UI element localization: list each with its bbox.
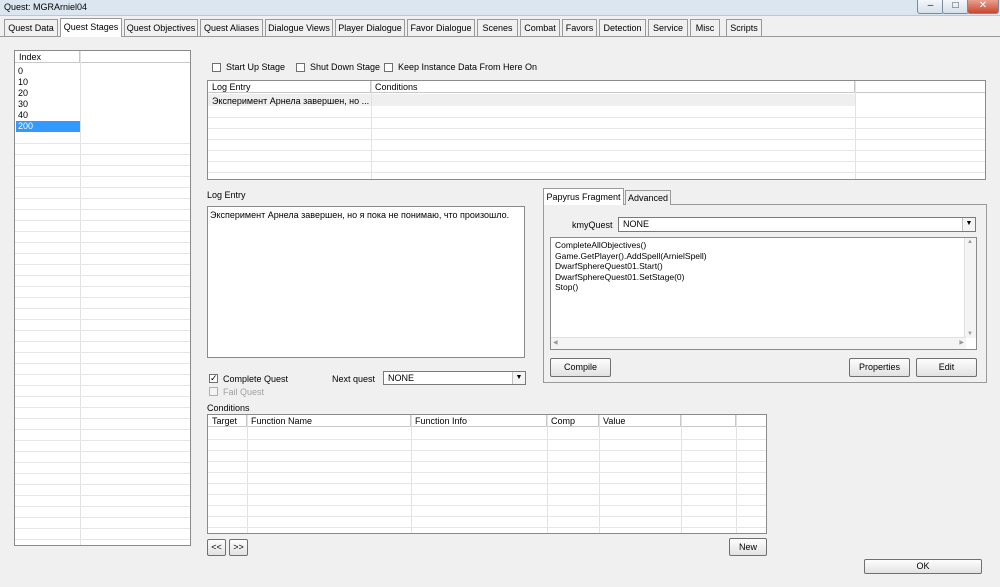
- tab-favors[interactable]: Favors: [562, 19, 597, 36]
- papyrus-fragment-editor[interactable]: CompleteAllObjectives() Game.GetPlayer()…: [550, 237, 977, 350]
- kmyquest-label: kmyQuest: [572, 220, 613, 230]
- scroll-down-icon[interactable]: ▼: [967, 331, 973, 337]
- grid-line: [15, 539, 190, 545]
- properties-button[interactable]: Properties: [849, 358, 910, 377]
- new-condition-button[interactable]: New: [729, 538, 767, 556]
- fail-quest-label: Fail Quest: [223, 387, 265, 397]
- conditions-label: Conditions: [207, 403, 250, 413]
- kmyquest-select[interactable]: NONE ▼: [618, 217, 976, 232]
- log-entries-table[interactable]: Log Entry Conditions Эксперимент Арнела …: [207, 80, 986, 180]
- next-quest-value: NONE: [388, 373, 415, 383]
- tab-service[interactable]: Service: [648, 19, 688, 36]
- tab-dialogue-views[interactable]: Dialogue Views: [265, 19, 333, 36]
- shut-down-stage-checkbox[interactable]: [296, 63, 305, 72]
- start-up-stage-label: Start Up Stage: [226, 62, 286, 72]
- fail-quest-checkbox: [209, 387, 218, 396]
- function-info-column-header[interactable]: Function Info: [411, 415, 547, 427]
- conditions-table[interactable]: Target Function Name Function Info Comp …: [207, 414, 767, 534]
- horizontal-scrollbar[interactable]: ◀ ▶: [551, 337, 966, 349]
- tab-advanced[interactable]: Advanced: [625, 190, 671, 205]
- complete-quest-checkbox[interactable]: ✓: [209, 374, 218, 383]
- tab-papyrus-fragment[interactable]: Papyrus Fragment: [543, 188, 624, 205]
- log-entry-text: Эксперимент Арнела завершен, но я пока н…: [210, 210, 510, 220]
- tab-quest-stages[interactable]: Quest Stages: [60, 18, 122, 37]
- code-line: CompleteAllObjectives(): [555, 240, 647, 250]
- keep-instance-data-checkbox[interactable]: [384, 63, 393, 72]
- tab-quest-objectives[interactable]: Quest Objectives: [124, 19, 198, 36]
- empty-column-header: [681, 415, 736, 427]
- target-column-header[interactable]: Target: [208, 415, 247, 427]
- tab-player-dialogue[interactable]: Player Dialogue: [335, 19, 405, 36]
- log-entry-textarea[interactable]: Эксперимент Арнела завершен, но я пока н…: [207, 206, 525, 358]
- log-entry-column-header[interactable]: Log Entry: [208, 81, 371, 93]
- code-line: Stop(): [555, 282, 579, 292]
- kmyquest-value: NONE: [623, 219, 650, 229]
- previous-button[interactable]: <<: [207, 539, 226, 556]
- next-button[interactable]: >>: [229, 539, 248, 556]
- vertical-scrollbar[interactable]: ▲ ▼: [964, 238, 976, 338]
- function-name-column-header[interactable]: Function Name: [247, 415, 411, 427]
- start-up-stage-checkbox[interactable]: [212, 63, 221, 72]
- minimize-button[interactable]: –: [917, 0, 944, 14]
- index-column-header-empty: [80, 51, 190, 63]
- compile-button[interactable]: Compile: [550, 358, 611, 377]
- window-title: Quest: MGRArniel04: [4, 2, 88, 12]
- stage-index-item[interactable]: 0: [16, 66, 80, 77]
- edit-button[interactable]: Edit: [916, 358, 977, 377]
- grid-line: [208, 172, 985, 179]
- scroll-up-icon[interactable]: ▲: [967, 239, 973, 245]
- ok-button[interactable]: OK: [864, 559, 982, 574]
- value-column-header[interactable]: Value: [599, 415, 681, 427]
- tab-scenes[interactable]: Scenes: [477, 19, 518, 36]
- next-quest-label: Next quest: [332, 374, 376, 384]
- conditions-column-header[interactable]: Conditions: [371, 81, 855, 93]
- code-line: DwarfSphereQuest01.SetStage(0): [555, 271, 685, 282]
- keep-instance-data-label: Keep Instance Data From Here On: [398, 62, 538, 72]
- stage-index-item-selected[interactable]: 200: [16, 121, 80, 132]
- stage-index-list[interactable]: Index 0 10 20 30 40 200: [14, 50, 191, 546]
- next-quest-select[interactable]: NONE ▼: [383, 371, 526, 385]
- close-icon: ✕: [978, 0, 988, 11]
- tab-combat[interactable]: Combat: [520, 19, 560, 36]
- tab-strip-line: [0, 36, 1000, 37]
- title-bar: Quest: MGRArniel04 – □ ✕: [0, 0, 1000, 16]
- comp-column-header[interactable]: Comp: [547, 415, 599, 427]
- chevron-down-icon[interactable]: ▼: [512, 372, 525, 384]
- code-line: Game.GetPlayer().AddSpell(ArnielSpell): [555, 250, 707, 261]
- empty-column-header: [855, 81, 985, 93]
- stage-index-item[interactable]: 10: [16, 77, 80, 88]
- chevron-down-icon[interactable]: ▼: [962, 218, 975, 231]
- tab-favor-dialogue[interactable]: Favor Dialogue: [407, 19, 475, 36]
- complete-quest-label: Complete Quest: [223, 374, 289, 384]
- stage-index-item[interactable]: 30: [16, 99, 80, 110]
- index-column-header[interactable]: Index: [15, 51, 80, 63]
- scroll-right-icon[interactable]: ▶: [959, 339, 964, 346]
- tab-quest-data[interactable]: Quest Data: [4, 19, 58, 36]
- close-button[interactable]: ✕: [967, 0, 999, 14]
- tab-detection[interactable]: Detection: [599, 19, 646, 36]
- stage-index-item[interactable]: 40: [16, 110, 80, 121]
- table-row[interactable]: Эксперимент Арнела завершен, но ...: [212, 96, 369, 106]
- stage-index-item[interactable]: 20: [16, 88, 80, 99]
- shut-down-stage-label: Shut Down Stage: [310, 62, 381, 72]
- empty-column-header: [736, 415, 766, 427]
- maximize-icon: □: [952, 0, 959, 11]
- minimize-icon: –: [927, 0, 934, 11]
- code-line: DwarfSphereQuest01.Start(): [555, 261, 663, 271]
- log-entry-label: Log Entry: [207, 190, 246, 200]
- tab-quest-aliases[interactable]: Quest Aliases: [200, 19, 263, 36]
- tab-misc[interactable]: Misc: [690, 19, 720, 36]
- tab-scripts[interactable]: Scripts: [726, 19, 762, 36]
- maximize-button[interactable]: □: [942, 0, 969, 14]
- scroll-left-icon[interactable]: ◀: [553, 339, 558, 346]
- grid-line: [208, 527, 766, 533]
